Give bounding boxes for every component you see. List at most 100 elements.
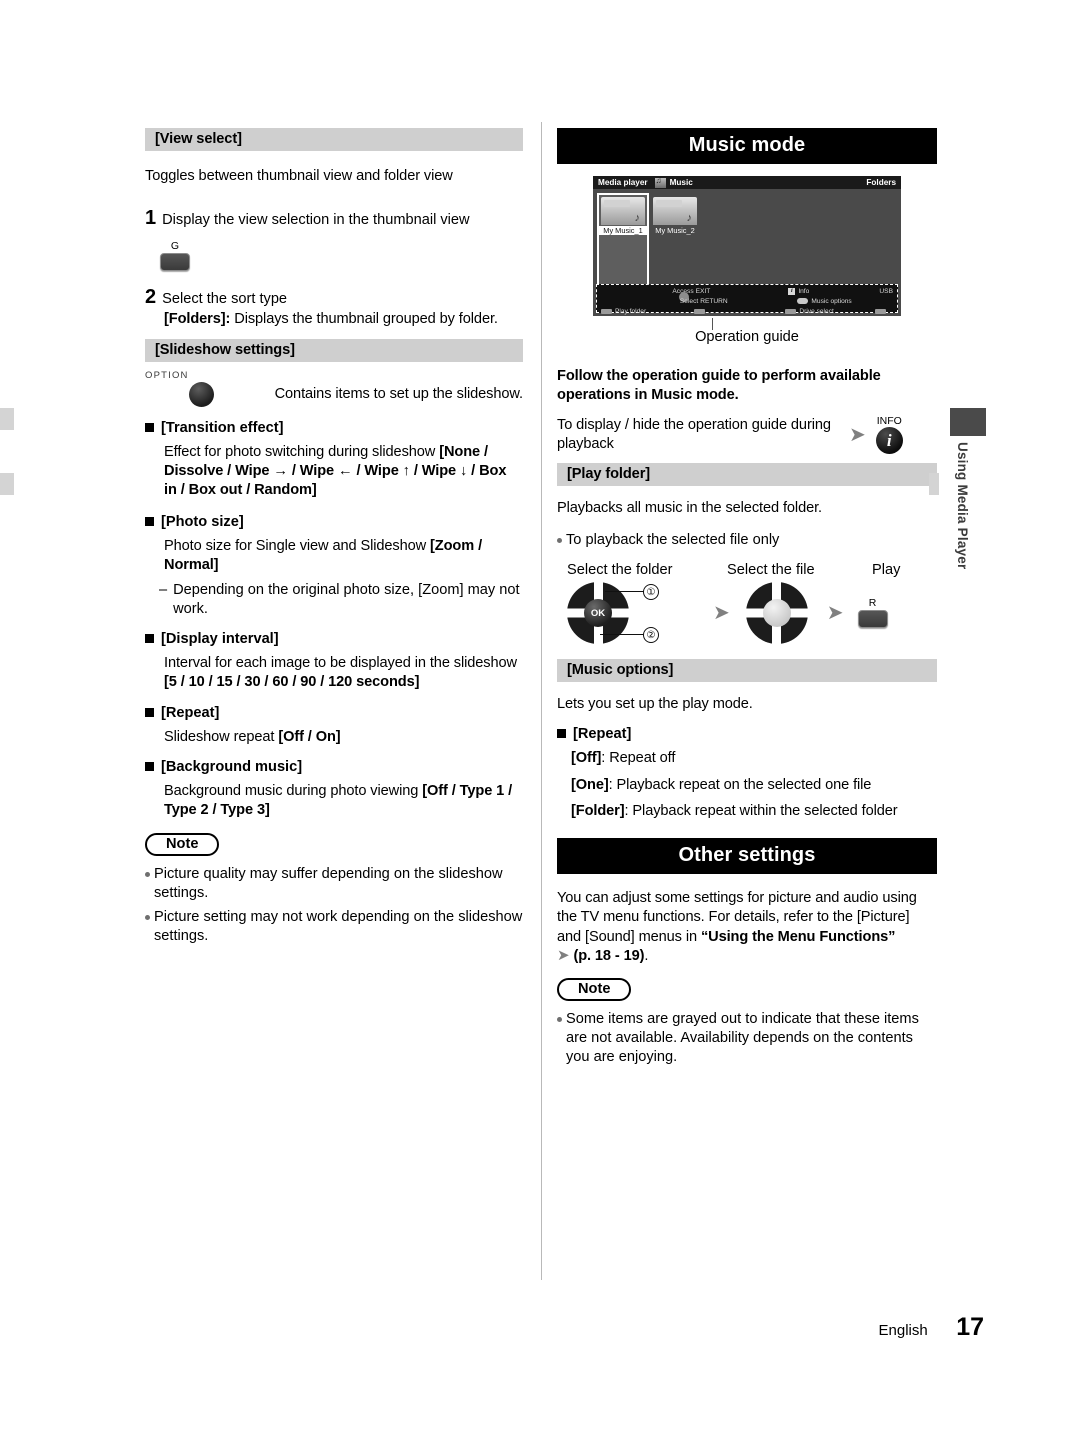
setting-repeat-heading: [Repeat] — [145, 705, 523, 721]
guide-exit: EXIT — [695, 288, 711, 295]
other-settings-paragraph: You can adjust some settings for picture… — [557, 889, 937, 966]
note-item-text: Some items are grayed out to indicate th… — [566, 1011, 919, 1066]
setting-repeat-desc: Slideshow repeat [Off / On] — [164, 728, 523, 747]
tv-screen-illustration: Media player Music Folders My Music_1 My… — [593, 176, 901, 316]
color-key-icon — [785, 308, 797, 314]
side-tab-label: Using Media Player — [955, 442, 970, 570]
music-mode-intro: Follow the operation guide to perform av… — [557, 368, 881, 404]
other-settings-period: . — [644, 947, 649, 964]
section-title-music-mode: Music mode — [557, 128, 937, 164]
square-bullet-icon — [145, 634, 154, 644]
green-button-graphic: G — [160, 236, 523, 271]
side-tab-marker — [950, 408, 986, 436]
dpad-ok-button-plain[interactable] — [762, 599, 791, 628]
desc-normal: Effect for photo switching during slides… — [164, 443, 440, 460]
tv-topbar-view-mode: Folders — [866, 178, 896, 187]
desc-normal: Background music during photo viewing — [164, 782, 423, 799]
play-folder-description: Playbacks all music in the selected fold… — [557, 500, 823, 516]
tv-folder-grid: My Music_1 My Music_2 — [593, 189, 901, 291]
color-key-icon — [601, 308, 612, 314]
tv-topbar-mode: Music — [669, 178, 693, 187]
step-1-text: Display the view selection in the thumbn… — [162, 212, 470, 229]
footer-page-number: 17 — [956, 1313, 984, 1341]
guide-row: Play folder Drive select Media select — [601, 307, 893, 316]
option-button-row: OPTION Contains items to set up the slid… — [145, 370, 523, 407]
music-options-description: Lets you set up the play mode. — [557, 696, 753, 713]
guide-info: i Info — [788, 287, 879, 297]
remote-red-button[interactable]: R — [857, 598, 888, 628]
dpad-up-arrow-icon: ▲ — [595, 585, 604, 596]
step-2-text: Select the sort type — [162, 290, 288, 307]
play-selected-file-text: To playback the selected file only — [566, 532, 780, 549]
column-divider — [541, 122, 542, 1280]
repeat-option-off: [Off]: Repeat off — [571, 749, 937, 768]
note-block-left: Note — [145, 833, 523, 857]
green-button-key-icon — [160, 252, 190, 271]
page-footer: English 17 — [0, 1313, 1080, 1342]
step-label-play: Play — [872, 562, 901, 579]
square-bullet-icon — [145, 422, 154, 432]
guide-row: Select RETURN Music options — [601, 297, 893, 307]
square-bullet-icon — [145, 516, 154, 526]
guide-play-folder-label: Play folder — [615, 307, 647, 315]
arrow-right-icon: ➤ — [557, 946, 570, 964]
setting-title: [Transition effect] — [161, 419, 284, 436]
music-note-icon — [654, 176, 666, 188]
folder-item-selected[interactable]: My Music_1 — [597, 193, 649, 291]
setting-title: [Photo size] — [161, 513, 244, 530]
square-bullet-icon — [145, 707, 154, 717]
folder-label: My Music_1 — [599, 226, 647, 236]
guide-blank-key — [694, 307, 785, 316]
note-item-text: Picture setting may not work depending o… — [154, 909, 523, 945]
repeat-option-value: : Repeat off — [601, 750, 676, 767]
folder-item[interactable]: My Music_2 — [651, 195, 699, 289]
guide-select: Select — [679, 297, 699, 305]
repeat-option-value: : Playback repeat within the selected fo… — [624, 802, 898, 819]
option-button-label: OPTION — [145, 369, 189, 381]
play-selected-file-bullet: To playback the selected file only — [557, 531, 937, 550]
setting-title: [Repeat] — [573, 726, 632, 743]
note-item: Picture setting may not work depending o… — [145, 908, 523, 946]
info-button-label: INFO — [876, 414, 902, 427]
other-settings-bold: “Using the Menu Functions” — [700, 928, 896, 945]
dash-marker: – — [159, 582, 168, 599]
guide-drive-select: Drive select — [785, 307, 875, 316]
desc-normal: Interval for each image to be displayed … — [164, 655, 517, 672]
edge-mark-left-bottom — [0, 473, 14, 495]
section-heading-slideshow-settings: [Slideshow settings] — [145, 338, 523, 362]
desc-normal: Slideshow repeat — [164, 728, 279, 745]
option-button-icon[interactable] — [189, 381, 215, 407]
folder-icon — [653, 197, 697, 225]
folder-icon — [601, 197, 645, 225]
setting-display-interval-desc: Interval for each image to be displayed … — [164, 654, 523, 693]
repeat-option-key: [One] — [571, 776, 609, 793]
setting-transition-effect-desc: Effect for photo switching during slides… — [164, 443, 523, 501]
repeat-option-key: [Off] — [571, 750, 602, 767]
guide-music-options-label: Music options — [811, 297, 852, 305]
dpad-control-plain[interactable]: ▲ ▼ ◀ ▶ — [744, 581, 809, 646]
section-heading-view-select: [View select] — [145, 128, 523, 151]
option-key-icon — [797, 298, 809, 305]
setting-title: [Display interval] — [161, 631, 279, 648]
info-line: To display / hide the operation guide du… — [557, 416, 831, 452]
guide-usb: USB — [879, 288, 893, 295]
remote-green-button[interactable]: G — [160, 241, 190, 271]
repeat-option-value: : Playback repeat on the selected one fi… — [608, 776, 872, 793]
bullet-dot-icon — [557, 1017, 562, 1023]
section-title-other-settings: Other settings — [557, 838, 937, 875]
square-bullet-icon — [557, 729, 566, 739]
playback-steps-graphics: ▲ ▼ ◀ ▶ OK ① ② ➤ ▲ ▼ ◀ ▶ ➤ R — [557, 581, 937, 646]
setting-transition-effect-heading: [Transition effect] — [145, 420, 523, 436]
step-2-sub-bold: [Folders]: — [164, 310, 231, 327]
dpad-left-arrow-icon: ◀ — [571, 608, 578, 619]
bullet-dot-icon — [145, 915, 150, 921]
folder-label: My Music_2 — [655, 226, 695, 235]
edge-mark-left-top — [0, 408, 14, 430]
dpad-right-arrow-icon: ▶ — [796, 608, 804, 619]
document-page: [View select] Toggles between thumbnail … — [0, 0, 1080, 1456]
step-1-number: 1 — [145, 207, 157, 230]
dash-note-text: Depending on the original photo size, [Z… — [173, 582, 520, 618]
edge-mark-right — [929, 473, 939, 495]
remote-info-button[interactable]: INFO i — [875, 414, 903, 454]
desc-bold: [5 / 10 / 15 / 30 / 60 / 90 / 120 second… — [164, 674, 420, 691]
